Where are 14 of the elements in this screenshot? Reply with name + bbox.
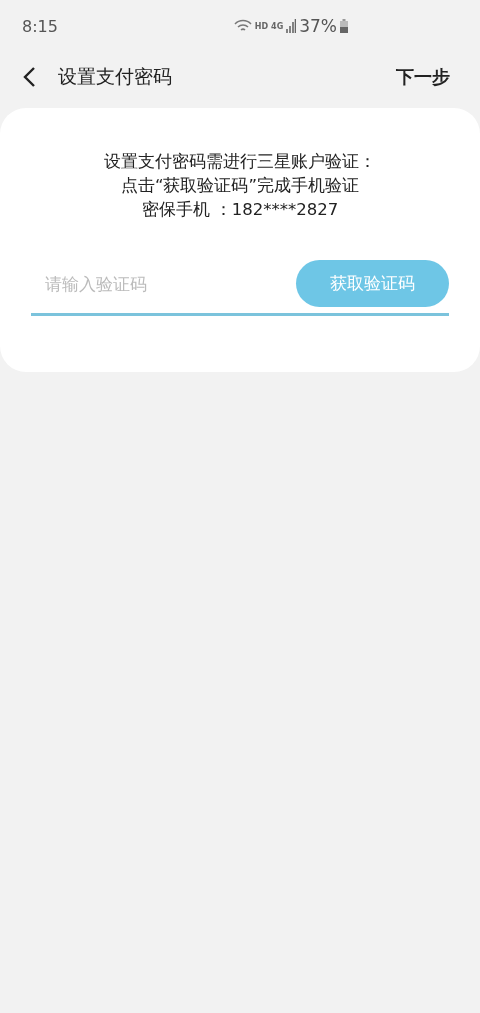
network-label: 4G	[271, 21, 284, 31]
wifi-icon	[233, 19, 252, 33]
back-icon	[22, 66, 36, 88]
page-title: 设置支付密码	[58, 64, 173, 89]
hd-label: HD	[254, 21, 269, 31]
code-input-field[interactable]: 请输入验证码	[31, 260, 296, 307]
battery-icon	[340, 19, 348, 33]
instruction-text: 密保手机 ：182****2827	[141, 199, 339, 221]
battery-percent: 37%	[299, 16, 337, 36]
instruction-text: 设置支付密码需进行三星账户验证：	[104, 151, 376, 173]
status-time: 8:15	[22, 16, 58, 36]
signal-icon	[286, 19, 297, 33]
next-step-button[interactable]: 下一步	[396, 65, 450, 89]
instruction-text: 点击“获取验证码”完成手机验证	[120, 175, 360, 197]
